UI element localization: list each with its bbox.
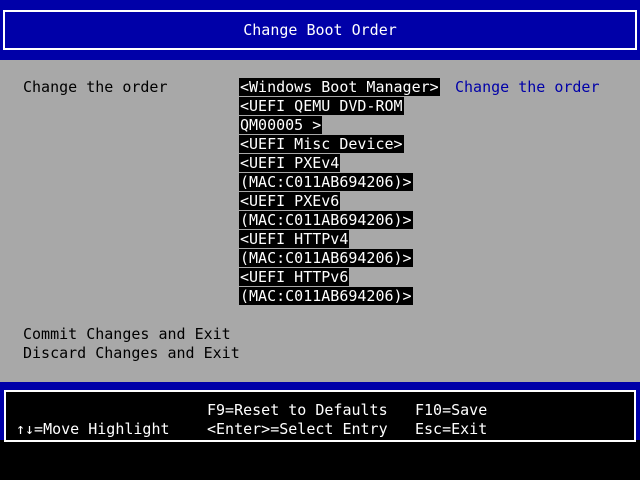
- boot-entry[interactable]: <UEFI Misc Device>: [239, 135, 404, 153]
- header-frame: Change Boot Order: [3, 10, 637, 50]
- boot-entry[interactable]: (MAC:C011AB694206)>: [239, 287, 413, 305]
- boot-entry[interactable]: (MAC:C011AB694206)>: [239, 173, 413, 191]
- boot-entry[interactable]: <UEFI PXEv4: [239, 154, 341, 172]
- boot-entry[interactable]: (MAC:C011AB694206)>: [239, 249, 413, 267]
- exit-hint: Esc=Exit: [415, 420, 488, 438]
- header-bar: Change Boot Order: [0, 0, 640, 60]
- reset-defaults-hint: F9=Reset to Defaults: [207, 401, 388, 419]
- change-order-label: Change the order: [23, 78, 168, 96]
- select-entry-hint: <Enter>=Select Entry: [207, 420, 388, 438]
- boot-entry[interactable]: (MAC:C011AB694206)>: [239, 211, 413, 229]
- boot-entry[interactable]: <UEFI HTTPv6: [239, 268, 350, 286]
- save-hint: F10=Save: [415, 401, 488, 419]
- footer-keys: ↑↓=Move Highlight F9=Reset to Defaults <…: [4, 390, 636, 442]
- commit-changes-button[interactable]: Commit Changes and Exit: [23, 325, 231, 344]
- boot-entry[interactable]: <UEFI QEMU DVD-ROM: [239, 97, 404, 115]
- page-title: Change Boot Order: [243, 21, 397, 39]
- boot-entry[interactable]: <UEFI HTTPv4: [239, 230, 350, 248]
- boot-entry[interactable]: <Windows Boot Manager>: [239, 78, 440, 96]
- main-panel: Change the order <Windows Boot Manager> …: [0, 60, 640, 382]
- move-highlight-hint: ↑↓=Move Highlight: [16, 420, 170, 438]
- boot-entry[interactable]: <UEFI PXEv6: [239, 192, 341, 210]
- discard-changes-button[interactable]: Discard Changes and Exit: [23, 344, 240, 363]
- boot-entry[interactable]: QM00005 >: [239, 116, 323, 134]
- help-text: Change the order: [455, 78, 600, 96]
